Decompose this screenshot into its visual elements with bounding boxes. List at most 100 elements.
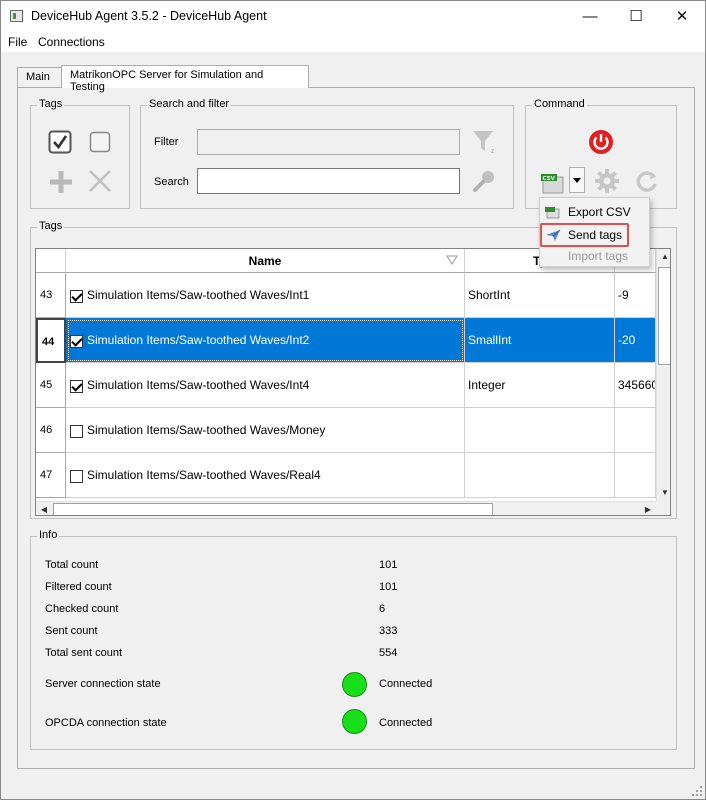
vertical-scroll-thumb[interactable] [658,267,670,365]
horizontal-scroll-thumb[interactable] [53,503,493,515]
tags-toolbar-group: Tags [30,98,130,209]
value-cell[interactable]: -20 [615,318,656,363]
server-status-led-icon [342,672,367,697]
name-cell[interactable]: Simulation Items/Saw-toothed Waves/Real4 [66,453,465,498]
gear-icon[interactable] [594,168,620,197]
type-cell[interactable]: SmallInt [465,318,615,363]
horizontal-scrollbar[interactable]: ◀ ▶ [36,501,656,515]
row-header[interactable]: 43 [36,273,66,318]
menu-bar: File Connections [1,32,705,52]
name-cell[interactable]: Simulation Items/Saw-toothed Waves/Int4 [66,363,465,408]
dropdown-arrow-icon[interactable] [569,167,585,193]
info-title: Info [37,529,60,541]
app-icon [10,10,23,22]
tab-matrikon-server[interactable]: MatrikonOPC Server for Simulation and Te… [61,65,309,93]
app-window: DeviceHub Agent 3.5.2 - DeviceHub Agent … [0,0,706,800]
row-checkbox[interactable] [70,290,83,303]
title-bar: DeviceHub Agent 3.5.2 - DeviceHub Agent … [1,1,705,32]
opcda-state-value: Connected [379,717,433,729]
value-cell[interactable] [615,408,656,453]
table-row[interactable]: 46 Simulation Items/Saw-toothed Waves/Mo… [36,408,656,453]
value-cell[interactable] [615,453,656,498]
window-title: DeviceHub Agent 3.5.2 - DeviceHub Agent [31,9,267,23]
tags-table: Name Ty 43 Simulation Items/Saw-toothed … [35,248,671,516]
row-checkbox[interactable] [70,425,83,438]
opcda-status-led-icon [342,709,367,734]
menu-item-import-tags-label: Import tags [568,249,629,263]
table-row[interactable]: 47 Simulation Items/Saw-toothed Waves/Re… [36,453,656,498]
server-state-label: Server connection state [45,678,161,690]
menu-file[interactable]: File [8,35,27,49]
checked-count-value: 6 [379,603,386,615]
column-header-name[interactable]: Name [66,249,465,273]
table-row[interactable]: 43 Simulation Items/Saw-toothed Waves/In… [36,273,656,318]
server-state-value: Connected [379,678,433,690]
type-cell[interactable]: Integer [465,363,615,408]
scroll-corner [656,501,670,515]
uncheck-all-icon[interactable] [89,131,111,156]
opcda-state-label: OPCDA connection state [45,717,167,729]
tag-name: Simulation Items/Saw-toothed Waves/Real4 [87,468,321,482]
filter-icon[interactable]: z [471,129,497,158]
menu-connections[interactable]: Connections [38,35,105,49]
svg-text:z: z [491,148,494,155]
search-filter-title: Search and filter [147,98,232,110]
name-cell[interactable]: Simulation Items/Saw-toothed Waves/Int2 [66,318,465,363]
check-all-icon[interactable] [48,130,72,157]
row-header[interactable]: 47 [36,453,66,498]
tag-name: Simulation Items/Saw-toothed Waves/Money [87,423,326,437]
command-title: Command [532,98,587,110]
power-icon[interactable] [588,129,614,158]
name-cell[interactable]: Simulation Items/Saw-toothed Waves/Int1 [66,273,465,318]
row-checkbox[interactable] [70,335,83,348]
row-header[interactable]: 45 [36,363,66,408]
sent-count-value: 333 [379,625,398,637]
name-cell[interactable]: Simulation Items/Saw-toothed Waves/Money [66,408,465,453]
type-cell[interactable] [465,453,615,498]
tab-main[interactable]: Main [17,67,62,87]
remove-icon[interactable] [87,168,113,197]
sent-count-label: Sent count [45,625,98,637]
svg-text:CSV: CSV [543,176,556,182]
type-cell[interactable]: ShortInt [465,273,615,318]
send-tags-highlight [540,223,629,247]
column-header-name-label: Name [248,254,282,268]
value-cell[interactable]: 345660 [615,363,656,408]
scroll-up-icon[interactable]: ▲ [657,249,670,265]
row-checkbox[interactable] [70,470,83,483]
row-header[interactable]: 46 [36,408,66,453]
maximize-button[interactable]: ☐ [613,1,659,32]
total-sent-count-value: 554 [379,647,398,659]
scroll-right-icon[interactable]: ▶ [640,502,656,515]
menu-item-import-tags: Import tags [540,245,649,267]
csv-icon[interactable]: CSV [541,171,567,198]
scroll-down-icon[interactable]: ▼ [657,485,670,501]
close-button[interactable]: ✕ [659,1,705,32]
tags-table-title: Tags [37,220,65,232]
row-header[interactable]: 44 [36,318,66,363]
filter-input[interactable] [197,129,460,155]
total-sent-count-label: Total sent count [45,647,123,659]
minimize-button[interactable]: — [567,1,613,32]
filtered-count-label: Filtered count [45,581,112,593]
scroll-left-icon[interactable]: ◀ [36,502,52,515]
row-checkbox[interactable] [70,380,83,393]
tag-name: Simulation Items/Saw-toothed Waves/Int4 [87,378,310,392]
search-input[interactable] [197,168,460,194]
total-count-value: 101 [379,559,398,571]
tags-toolbar-title: Tags [37,98,65,110]
filtered-count-value: 101 [379,581,398,593]
table-row[interactable]: 45 Simulation Items/Saw-toothed Waves/In… [36,363,656,408]
table-row[interactable]: 44 Simulation Items/Saw-toothed Waves/In… [36,318,656,363]
size-grip-icon[interactable] [691,785,703,797]
refresh-icon[interactable] [634,169,660,198]
vertical-scrollbar[interactable]: ▲ ▼ [656,249,670,501]
value-cell[interactable]: -9 [615,273,656,318]
search-label: Search [154,176,189,188]
add-icon[interactable] [48,169,74,198]
menu-item-export-csv[interactable]: Export CSV [540,201,649,223]
menu-item-export-csv-label: Export CSV [568,205,631,219]
type-cell[interactable] [465,408,615,453]
search-icon[interactable] [471,168,497,197]
table-corner[interactable] [36,249,66,273]
